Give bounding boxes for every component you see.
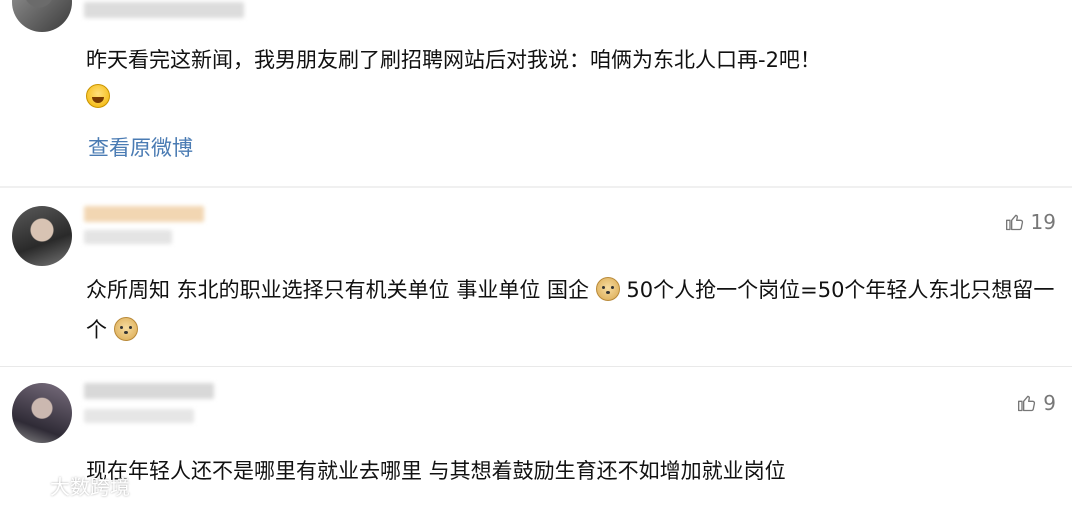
comment-text-part: 众所周知 东北的职业选择只有机关单位 事业单位 国企 xyxy=(86,278,590,302)
post-text: 昨天看完这新闻，我男朋友刷了刷招聘网站后对我说：咱俩为东北人口再-2吧！ xyxy=(86,48,821,72)
comment-text: 现在年轻人还不是哪里有就业去哪里 与其想着鼓励生育还不如增加就业岗位 xyxy=(86,459,786,483)
like-button[interactable]: 19 xyxy=(1005,210,1056,234)
username-blurred xyxy=(84,383,214,399)
thumbs-up-icon xyxy=(1005,214,1023,231)
watermark: 大数跨境 xyxy=(8,470,130,500)
comment-card: 19 众所周知 东北的职业选择只有机关单位 事业单位 国企 50个人抢一个岗位=… xyxy=(0,188,1072,366)
comment-card: 9 现在年轻人还不是哪里有就业去哪里 与其想着鼓励生育还不如增加就业岗位 xyxy=(0,367,1072,506)
doge-emoji-icon xyxy=(595,277,620,301)
watermark-text: 大数跨境 xyxy=(50,474,130,499)
username-blurred xyxy=(84,206,204,222)
doge-emoji-icon xyxy=(113,317,138,341)
like-count: 19 xyxy=(1030,210,1056,234)
thumbs-up-icon xyxy=(1018,395,1036,412)
username-blurred xyxy=(84,2,244,18)
avatar[interactable] xyxy=(12,383,72,443)
avatar[interactable] xyxy=(12,206,72,266)
like-button[interactable]: 9 xyxy=(1017,391,1056,415)
view-original-link[interactable]: 查看原微博 xyxy=(88,132,193,162)
comment-meta-blurred xyxy=(84,230,172,244)
like-count: 9 xyxy=(1043,391,1056,415)
post-emoji-line xyxy=(86,84,110,108)
comment-text: 众所周知 东北的职业选择只有机关单位 事业单位 国企 50个人抢一个岗位=50个… xyxy=(86,270,1066,350)
avatar[interactable] xyxy=(12,0,72,32)
laugh-cry-emoji-icon xyxy=(86,84,110,108)
weibo-logo-icon xyxy=(10,474,40,498)
comment-meta-blurred xyxy=(84,409,194,423)
post-card: 昨天看完这新闻，我男朋友刷了刷招聘网站后对我说：咱俩为东北人口再-2吧！ 查看原… xyxy=(0,0,1072,186)
